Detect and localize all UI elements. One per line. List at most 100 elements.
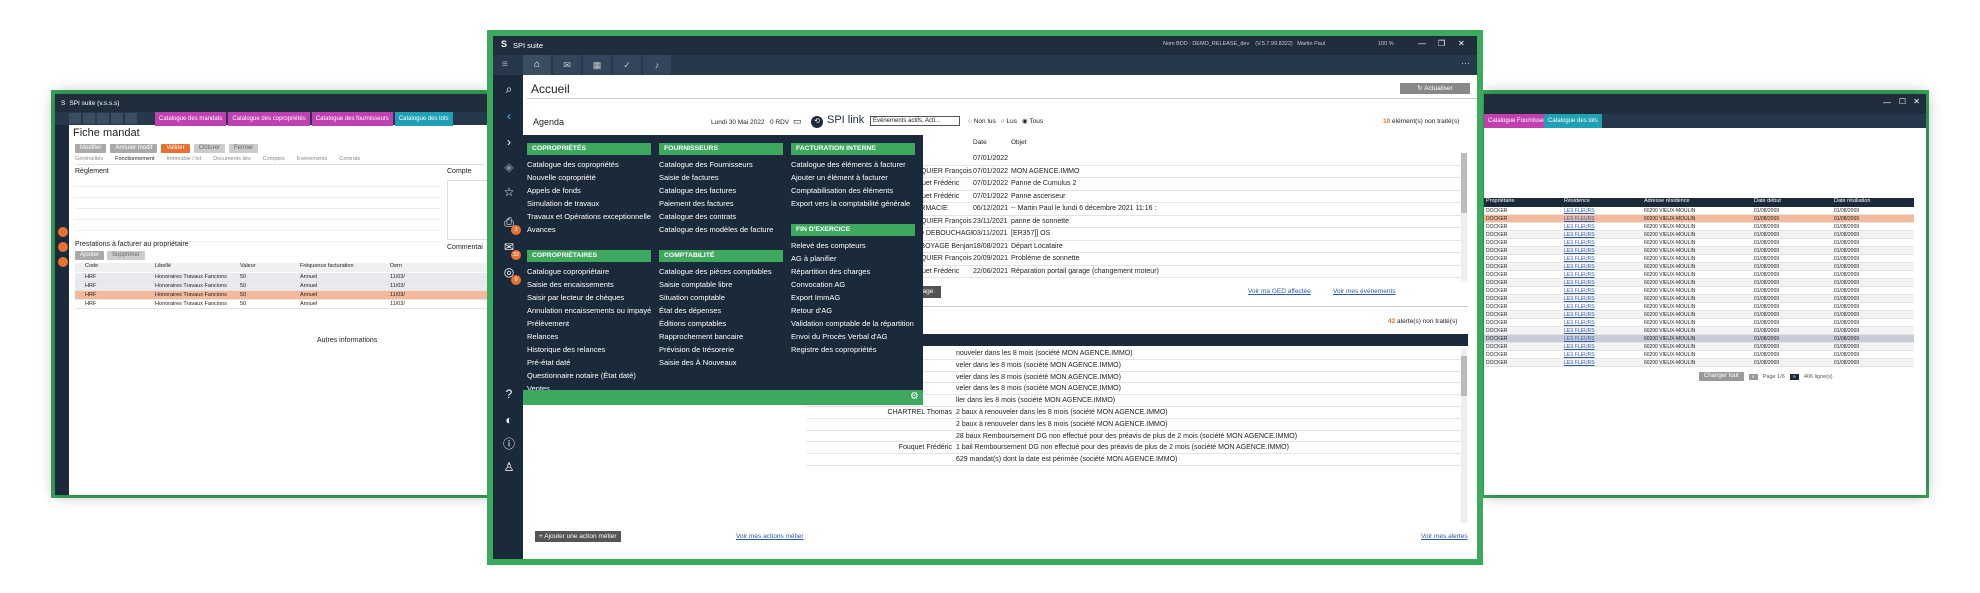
menu-item[interactable]: Éditions comptables <box>659 317 783 330</box>
calendar-icon[interactable] <box>97 113 109 124</box>
calendar-toggle-icon[interactable]: ▭ <box>793 116 802 127</box>
table-row[interactable]: DOCKER LES FLEURS 60200 VIEUX-MOULIN 01/08/… <box>1484 319 1914 327</box>
table-row[interactable]: DOCKER LES FLEURS 60200 VIEUX-MOULIN 01/08/… <box>1484 231 1914 239</box>
subtab-immeuble[interactable]: Immeuble / lot <box>167 156 202 164</box>
bell-icon[interactable]: ♪ <box>643 55 671 75</box>
table-row[interactable]: 28 baux Remboursement DG non effectué po… <box>806 431 1461 443</box>
settings-icon[interactable]: ⚙ <box>910 391 919 402</box>
mail-icon[interactable]: ✉ <box>553 55 581 75</box>
subtab-fonctionnement[interactable]: Fonctionnement <box>115 156 154 164</box>
menu-item[interactable]: Validation comptable de la répartition <box>791 317 915 330</box>
mail-icon[interactable] <box>83 113 95 124</box>
menu-item[interactable]: Relevé des compteurs <box>791 239 915 252</box>
table-row[interactable]: PHARMACIE 06/12/2021 -- Martin Paul le lun… <box>903 203 1461 216</box>
changer-tout-button[interactable]: Changer tout <box>1699 372 1744 381</box>
spilink-filter-select[interactable]: Événements actifs, Acti... <box>870 116 960 126</box>
menu-item[interactable]: Nouvelle copropriété <box>527 171 651 184</box>
table-row[interactable]: 629 mandat(s) dont la date est périmée (… <box>806 454 1461 466</box>
menu-item[interactable]: Saisie des À Nouveaux <box>659 356 783 369</box>
table-row[interactable]: DOCKER LES FLEURS 60200 VIEUX-MOULIN 01/08/… <box>1484 311 1914 319</box>
see-actions-link[interactable]: Voir mes actions métier <box>736 533 804 540</box>
menu-item[interactable]: Rapprochement bancaire <box>659 330 783 343</box>
check-icon[interactable]: ✓ <box>613 55 641 75</box>
tab-lots[interactable]: Catalogue des lots <box>394 112 453 126</box>
prev-page-icon[interactable]: « <box>1748 373 1758 380</box>
subtab-evenements[interactable]: Evénements <box>297 156 328 164</box>
menu-item[interactable]: Convocation AG <box>791 278 915 291</box>
menu-item[interactable]: Saisir par lecteur de chèques <box>527 291 651 304</box>
menu-item[interactable]: Catalogue des contrats <box>659 210 783 223</box>
table-row[interactable]: FOUQUIER François 23/11/2021 panne de sonn… <box>903 216 1461 228</box>
table-row[interactable]: FOUQUIER François 20/09/2021 Problème de s… <box>903 253 1461 266</box>
table-row[interactable]: Fouquet Frédéric 07/01/2022 Panne de Cumul… <box>903 178 1461 191</box>
table-row[interactable]: DOCKER LES FLEURS 60200 VIEUX-MOULIN 01/08/… <box>1484 271 1914 279</box>
table-row[interactable]: DOCKER LES FLEURS 60200 VIEUX-MOULIN 01/08/… <box>1484 255 1914 263</box>
annuler-modif-button[interactable]: Annuler modif <box>110 144 158 153</box>
menu-item[interactable]: Catalogue des pièces comptables <box>659 265 783 278</box>
right-close-icon[interactable]: ✕ <box>1913 97 1920 106</box>
table-row[interactable]: HRF Honoraires Travaux Fancions 50 Annuel 11… <box>75 291 495 300</box>
menu-item[interactable]: Comptabilisation des éléments <box>791 184 915 197</box>
table-row[interactable]: DOCKER LES FLEURS 60200 VIEUX-MOULIN 01/08/… <box>1484 247 1914 255</box>
modifier-button[interactable]: Modifier <box>75 144 107 153</box>
menu-item[interactable]: Simulation de travaux <box>527 197 651 210</box>
user-icon[interactable]: ♙ <box>502 460 516 474</box>
valider-button[interactable]: Valider <box>161 144 190 153</box>
menu-item[interactable]: Saisie comptable libre <box>659 278 783 291</box>
tab-copros[interactable]: Catalogue des copropriétés <box>228 112 310 126</box>
fermer-button[interactable]: Fermer <box>228 144 259 153</box>
right-minimize-icon[interactable]: — <box>1883 98 1891 107</box>
menu-item[interactable]: Envoi du Procès Verbal d'AG <box>791 330 915 343</box>
ajouter-button[interactable]: Ajouter <box>75 251 105 260</box>
check-icon[interactable] <box>111 113 123 124</box>
collapse-icon[interactable]: ‹ <box>502 109 516 123</box>
center-close-icon[interactable]: ✕ <box>1458 39 1465 48</box>
table-row[interactable]: DOCKER LES FLEURS 60200 VIEUX-MOULIN 01/08/… <box>1484 359 1914 367</box>
menu-item[interactable]: Répartition des charges <box>791 265 915 278</box>
more-icon[interactable]: ⋯ <box>1461 58 1470 69</box>
menu-item[interactable]: Catalogue des factures <box>659 184 783 197</box>
menu-item[interactable]: Catalogue des copropriétés <box>527 158 651 171</box>
search-icon[interactable]: ⌕ <box>502 82 516 96</box>
star-icon[interactable]: ☆ <box>502 185 516 199</box>
menu-item[interactable]: Catalogue des modèles de facture <box>659 223 783 236</box>
menu-item[interactable]: Questionnaire notaire (État daté) <box>527 369 651 382</box>
menu-item[interactable]: Relances <box>527 330 651 343</box>
menu-item[interactable]: Paiement des factures <box>659 197 783 210</box>
tab-fournisseurs[interactable]: Catalogue des fournisseurs <box>311 112 393 126</box>
headset-icon[interactable]: ◐ <box>502 413 516 427</box>
bell-icon[interactable] <box>125 113 137 124</box>
center-maximize-icon[interactable]: ❐ <box>1438 39 1445 48</box>
menu-item[interactable]: Situation comptable <box>659 291 783 304</box>
menu-item[interactable]: Catalogue des Fournisseurs <box>659 158 783 171</box>
menu-item[interactable]: Saisie de factures <box>659 171 783 184</box>
menu-item[interactable]: Registre des copropriétés <box>791 343 915 356</box>
table-row[interactable]: ALLO DEBOUCHAGE 03/11/2021 [ER357]] OS <box>903 228 1461 241</box>
tab-mandats[interactable]: Catalogue des mandats <box>155 112 227 126</box>
table-row[interactable]: DOCKER LES FLEURS 60200 VIEUX-MOULIN 01/08/… <box>1484 327 1914 335</box>
menu-item[interactable]: Avances <box>527 223 651 236</box>
table-row[interactable]: DOCKER LES FLEURS 60200 VIEUX-MOULIN 01/08/… <box>1484 215 1914 223</box>
table-row[interactable]: 2 baux à renouveler dans les 8 mois (soc… <box>806 419 1461 431</box>
radio-tous[interactable]: ◉ Tous <box>1022 117 1043 125</box>
table-row[interactable]: DOCKER LES FLEURS 60200 VIEUX-MOULIN 01/08/… <box>1484 295 1914 303</box>
home-icon[interactable]: ⌂ <box>523 55 551 75</box>
table-row[interactable]: DOCKER LES FLEURS 60200 VIEUX-MOULIN 01/08/… <box>1484 335 1914 343</box>
table-row[interactable]: DOCKER LES FLEURS 60200 VIEUX-MOULIN 01/08/… <box>1484 279 1914 287</box>
table-row[interactable]: DOCKER LES FLEURS 60200 VIEUX-MOULIN 01/08/… <box>1484 223 1914 231</box>
cloturer-button[interactable]: Clôturer <box>193 144 225 153</box>
menu-item[interactable]: Catalogue copropriétaire <box>527 265 651 278</box>
table-row[interactable]: DOCKER LES FLEURS 60200 VIEUX-MOULIN 01/08/… <box>1484 287 1914 295</box>
table-row[interactable]: DOCKER LES FLEURS 60200 VIEUX-MOULIN 01/08/… <box>1484 263 1914 271</box>
menu-item[interactable]: Historique des relances <box>527 343 651 356</box>
menu-item[interactable]: Annulation encaissements ou impayés <box>527 304 651 317</box>
spilink-scrollbar[interactable] <box>1461 153 1467 281</box>
menu-item[interactable]: Catalogue des éléments à facturer <box>791 158 915 171</box>
table-row[interactable]: Fouquet Frédéric 22/06/2021 Réparation por… <box>903 266 1461 278</box>
home-icon[interactable] <box>69 113 81 124</box>
supprimer-button[interactable]: Supprimer <box>107 251 145 260</box>
see-alerts-link[interactable]: Voir mes alertes <box>1421 533 1468 540</box>
next-page-icon[interactable]: » <box>1789 373 1799 380</box>
menu-item[interactable]: Prévision de trésorerie <box>659 343 783 356</box>
menu-item[interactable]: Pré-état daté <box>527 356 651 369</box>
